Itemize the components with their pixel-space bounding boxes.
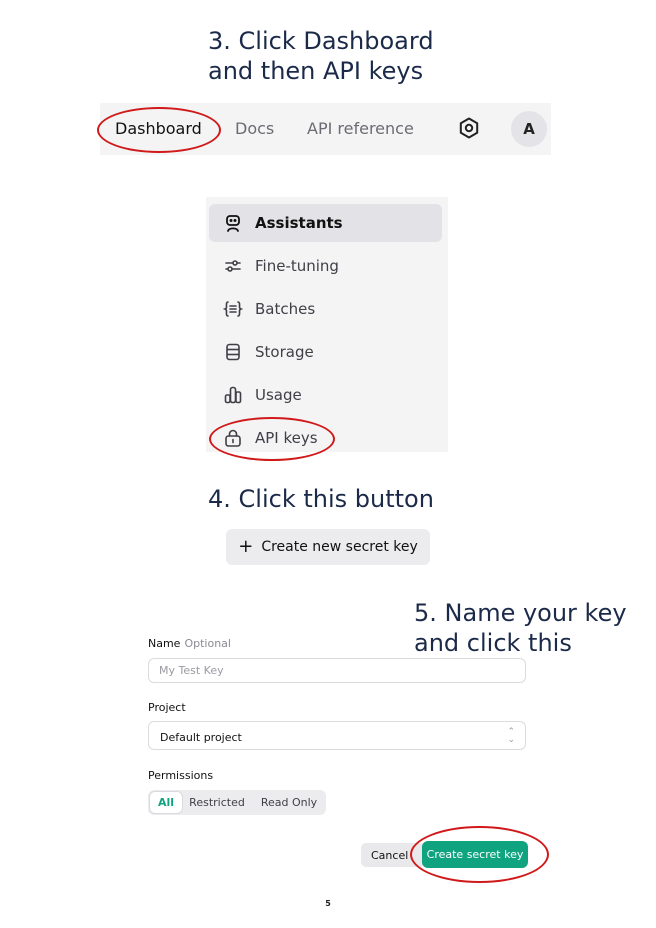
name-field-label: Name Optional xyxy=(148,637,231,650)
sidebar-item-assistants[interactable]: Assistants xyxy=(209,204,442,242)
sidebar-item-api-keys[interactable]: API keys xyxy=(209,419,442,457)
sidebar-item-batches[interactable]: Batches xyxy=(209,290,442,328)
step-3-instruction: 3. Click Dashboard and then API keys xyxy=(208,27,434,85)
name-input[interactable] xyxy=(159,659,499,682)
permissions-label: Permissions xyxy=(148,769,214,782)
sidebar-item-label: Usage xyxy=(255,386,302,404)
avatar-initial: A xyxy=(523,120,535,138)
create-new-secret-key-label: Create new secret key xyxy=(261,539,418,555)
project-select-value: Default project xyxy=(160,731,242,744)
braces-list-icon xyxy=(222,299,244,319)
step-4-instruction: 4. Click this button xyxy=(208,485,434,513)
sidebar-item-label: Fine-tuning xyxy=(255,257,339,275)
nav-docs-link[interactable]: Docs xyxy=(235,119,274,138)
sidebar-item-label: Batches xyxy=(255,300,316,318)
create-new-secret-key-button[interactable]: + Create new secret key xyxy=(226,529,430,565)
sidebar-item-label: API keys xyxy=(255,429,318,447)
permission-option-all[interactable]: All xyxy=(150,792,182,813)
lock-icon xyxy=(223,428,243,448)
gear-icon[interactable] xyxy=(457,116,481,140)
nav-api-reference-link[interactable]: API reference xyxy=(307,119,414,138)
sidebar-item-storage[interactable]: Storage xyxy=(209,333,442,371)
create-secret-key-button[interactable]: Create secret key xyxy=(422,841,528,868)
sidebar-item-label: Storage xyxy=(255,343,314,361)
database-icon xyxy=(223,342,243,362)
robot-icon xyxy=(223,213,243,233)
nav-dashboard-link[interactable]: Dashboard xyxy=(115,119,202,138)
project-field-label: Project xyxy=(148,701,186,714)
sidebar-item-usage[interactable]: Usage xyxy=(209,376,442,414)
avatar[interactable]: A xyxy=(511,111,547,147)
permission-option-restricted[interactable]: Restricted xyxy=(186,792,248,813)
sidebar-item-fine-tuning[interactable]: Fine-tuning xyxy=(209,247,442,285)
permission-option-read-only[interactable]: Read Only xyxy=(256,792,322,813)
permissions-segmented-control: All Restricted Read Only xyxy=(148,790,326,815)
sliders-icon xyxy=(223,256,243,276)
chevron-up-down-icon: ⌃ ⌄ xyxy=(507,727,515,745)
bar-chart-icon xyxy=(223,385,243,405)
project-select[interactable]: Default project ⌃ ⌄ xyxy=(148,721,526,750)
page-number: 5 xyxy=(325,899,331,908)
cancel-button[interactable]: Cancel xyxy=(361,843,425,867)
plus-icon: + xyxy=(238,536,254,557)
name-input-wrapper xyxy=(148,658,526,683)
step-5-instruction: 5. Name your key and click this xyxy=(414,599,627,657)
sidebar-item-label: Assistants xyxy=(255,214,343,232)
optional-hint: Optional xyxy=(184,637,231,650)
